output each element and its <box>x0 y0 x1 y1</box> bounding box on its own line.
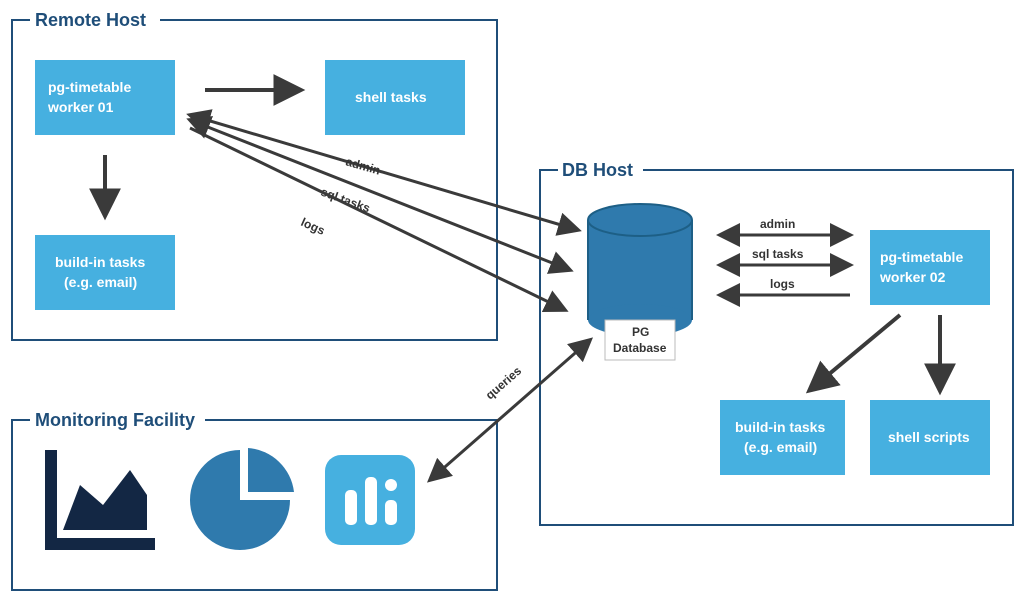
svg-text:(e.g. email): (e.g. email) <box>64 274 137 290</box>
group-monitoring-title: Monitoring Facility <box>35 410 195 430</box>
svg-text:shell scripts: shell scripts <box>888 429 970 445</box>
svg-text:PG: PG <box>632 325 649 339</box>
arrow-queries: queries <box>430 340 590 480</box>
node-worker01: pg-timetable worker 01 <box>35 60 175 135</box>
bar-chart-icon <box>325 455 415 545</box>
svg-text:(e.g. email): (e.g. email) <box>744 439 817 455</box>
edge-db-admin: admin <box>760 217 795 231</box>
group-monitoring: Monitoring Facility <box>12 410 497 590</box>
svg-text:pg-timetable: pg-timetable <box>48 79 131 95</box>
pie-chart-icon <box>190 448 294 550</box>
svg-text:pg-timetable: pg-timetable <box>880 249 963 265</box>
edge-queries: queries <box>483 363 525 402</box>
svg-text:build-in tasks: build-in tasks <box>55 254 145 270</box>
arrows-db-worker02: admin sql tasks logs <box>720 217 850 295</box>
svg-text:worker 02: worker 02 <box>879 269 946 285</box>
edge-db-logs: logs <box>770 277 795 291</box>
svg-text:shell tasks: shell tasks <box>355 89 427 105</box>
edge-remote-logs: logs <box>299 215 328 238</box>
group-db-host: DB Host PG Database pg-timetable worker … <box>540 160 1013 525</box>
group-remote-host: Remote Host pg-timetable worker 01 shell… <box>12 10 497 340</box>
group-remote-title: Remote Host <box>35 10 146 30</box>
svg-text:worker 01: worker 01 <box>47 99 114 115</box>
node-builtin-db: build-in tasks (e.g. email) <box>720 400 845 475</box>
group-dbhost-title: DB Host <box>562 160 633 180</box>
node-shell-tasks: shell tasks <box>325 60 465 135</box>
svg-text:build-in tasks: build-in tasks <box>735 419 825 435</box>
node-worker02: pg-timetable worker 02 <box>870 230 990 305</box>
node-shell-scripts: shell scripts <box>870 400 990 475</box>
node-builtin-remote: build-in tasks (e.g. email) <box>35 235 175 310</box>
arrow-worker02-builtin <box>810 315 900 390</box>
area-chart-icon <box>45 450 155 550</box>
arrows-remote-db: admin sql tasks logs <box>190 115 578 310</box>
svg-text:Database: Database <box>613 341 667 355</box>
node-database: PG Database <box>588 204 692 360</box>
edge-db-sqltasks: sql tasks <box>752 247 804 261</box>
edge-remote-admin: admin <box>344 154 382 177</box>
